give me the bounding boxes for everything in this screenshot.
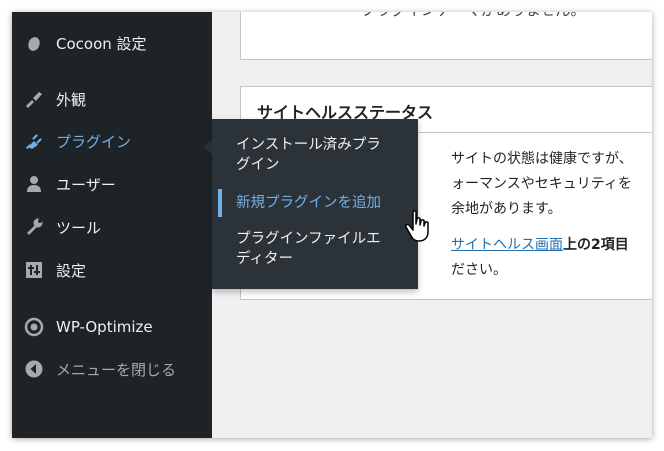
sidebar-item-users[interactable]: ユーザー <box>12 167 212 201</box>
submenu-label-line: インストール済みプラ <box>236 137 381 153</box>
sidebar-item-label: ツール <box>56 218 102 237</box>
admin-window: プラグインテーマがありません。 サイトヘルスステータス サイトの状態は健康ですが… <box>12 12 652 438</box>
health-text-line: 余地があります。 <box>451 201 562 217</box>
dashboard-widget-top: プラグインテーマがありません。 <box>240 12 652 60</box>
sidebar-item-appearance[interactable]: 外観 <box>12 82 212 116</box>
cocoon-icon <box>24 33 44 53</box>
users-icon <box>24 174 44 194</box>
sidebar-item-label: Cocoon 設定 <box>56 34 147 53</box>
health-text-line: ださい。 <box>451 262 507 278</box>
collapse-arrow-icon <box>24 359 44 379</box>
health-text-line: サイトの状態は健康ですが、 <box>451 151 633 167</box>
settings-icon <box>24 260 44 280</box>
sidebar-item-label: 設定 <box>56 261 87 280</box>
submenu-label-line: 新規プラグインを追加 <box>236 195 381 211</box>
submenu-label-line: グイン <box>236 157 280 173</box>
health-text-line: ォーマンスやセキュリティを <box>451 176 632 192</box>
submenu-label-line: ディター <box>236 251 293 267</box>
sidebar-item-plugins[interactable]: プラグイン <box>12 124 212 158</box>
sidebar-item-label: メニューを閉じる <box>56 360 177 379</box>
admin-sidebar: Cocoon 設定 外観 プラグイン ユーザー ツール 設定 WP-Optimi… <box>12 12 212 438</box>
site-health-link[interactable]: サイトヘルス画面 <box>451 237 563 253</box>
sidebar-item-tools[interactable]: ツール <box>12 210 212 244</box>
submenu-pointer <box>204 139 212 155</box>
sidebar-item-label: ユーザー <box>56 175 116 194</box>
wp-optimize-icon <box>24 317 44 337</box>
widget-message: プラグインテーマがありません。 <box>361 12 586 20</box>
collapse-menu-button[interactable]: メニューを閉じる <box>12 352 212 386</box>
sidebar-item-label: 外観 <box>56 90 87 109</box>
plugins-submenu: インストール済みプラ グイン 新規プラグインを追加 プラグインファイルエ ディタ… <box>212 119 418 289</box>
wrench-icon <box>24 217 44 237</box>
submenu-label-line: プラグインファイルエ <box>236 231 381 247</box>
hand-cursor-icon <box>404 210 432 244</box>
submenu-item-plugin-file-editor[interactable]: プラグインファイルエ ディター <box>236 229 408 269</box>
sidebar-item-settings[interactable]: 設定 <box>12 253 212 287</box>
submenu-item-add-new-plugin[interactable]: 新規プラグインを追加 <box>218 189 408 217</box>
sidebar-item-wp-optimize[interactable]: WP-Optimize <box>12 310 212 344</box>
paintbrush-icon <box>24 89 44 109</box>
sidebar-item-cocoon[interactable]: Cocoon 設定 <box>12 26 212 60</box>
health-link-suffix: 上の2項目 <box>563 237 629 253</box>
plugin-icon <box>24 131 44 151</box>
sidebar-item-label: WP-Optimize <box>56 318 153 336</box>
sidebar-item-label: プラグイン <box>56 132 132 151</box>
submenu-item-installed-plugins[interactable]: インストール済みプラ グイン <box>236 135 408 175</box>
health-text-line: サイトヘルス画面上の2項目 <box>451 233 629 258</box>
